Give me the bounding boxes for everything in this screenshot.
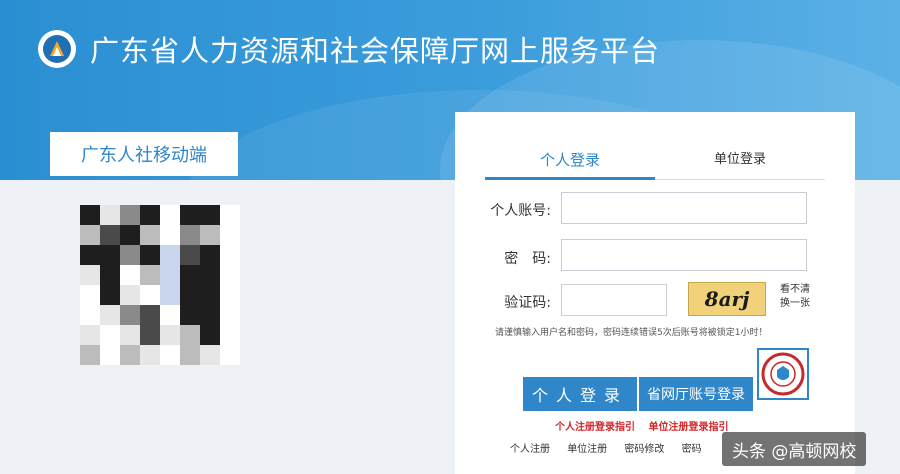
password-label: 密 码:	[504, 251, 551, 267]
site-title: 广东省人力资源和社会保障厅网上服务平台	[90, 34, 661, 68]
account-input[interactable]	[561, 192, 807, 224]
refresh-line-1: 看不清	[780, 284, 810, 295]
lockout-notice: 请谨慎输入用户名和密码，密码连续错误5次后账号将被锁定1小时！	[495, 328, 768, 338]
mobile-app-tab[interactable]: 广东人社移动端	[50, 132, 238, 176]
unit-register-link[interactable]: 单位注册	[567, 444, 607, 455]
password-link[interactable]: 密码	[682, 444, 702, 455]
provincial-account-login-button[interactable]: 省网厅账号登录	[639, 377, 753, 411]
captcha-label: 验证码:	[504, 295, 551, 311]
unit-guide-link[interactable]: 单位注册登录指引	[648, 422, 728, 433]
personal-login-button[interactable]: 个人登录	[523, 377, 637, 411]
login-tabs: 个人登录 单位登录	[485, 146, 825, 180]
captcha-image[interactable]: 8arj	[688, 282, 766, 316]
change-password-link[interactable]: 密码修改	[624, 444, 664, 455]
security-seal-icon[interactable]	[757, 348, 809, 400]
refresh-captcha-link[interactable]: 看不清 换一张	[773, 283, 817, 311]
captcha-input[interactable]	[561, 284, 667, 316]
password-input[interactable]	[561, 239, 807, 271]
tab-unit-login[interactable]: 单位登录	[655, 146, 825, 180]
account-label: 个人账号:	[490, 203, 551, 219]
registration-guides: 个人注册登录指引 单位注册登录指引	[555, 418, 738, 433]
watermark: 头条 @高顿网校	[722, 432, 867, 466]
personal-guide-link[interactable]: 个人注册登录指引	[555, 422, 635, 433]
login-panel: 个人登录 单位登录 个人账号: 密 码: 验证码: 8arj 看不清 换一张 请…	[455, 112, 855, 474]
bottom-links: 个人注册 单位注册 密码修改 密码	[510, 440, 716, 455]
tab-personal-login[interactable]: 个人登录	[485, 146, 655, 180]
personal-register-link[interactable]: 个人注册	[510, 444, 550, 455]
gd-hrss-logo-icon[interactable]	[38, 30, 76, 68]
refresh-line-2: 换一张	[780, 298, 810, 309]
qr-code-icon	[80, 205, 240, 365]
